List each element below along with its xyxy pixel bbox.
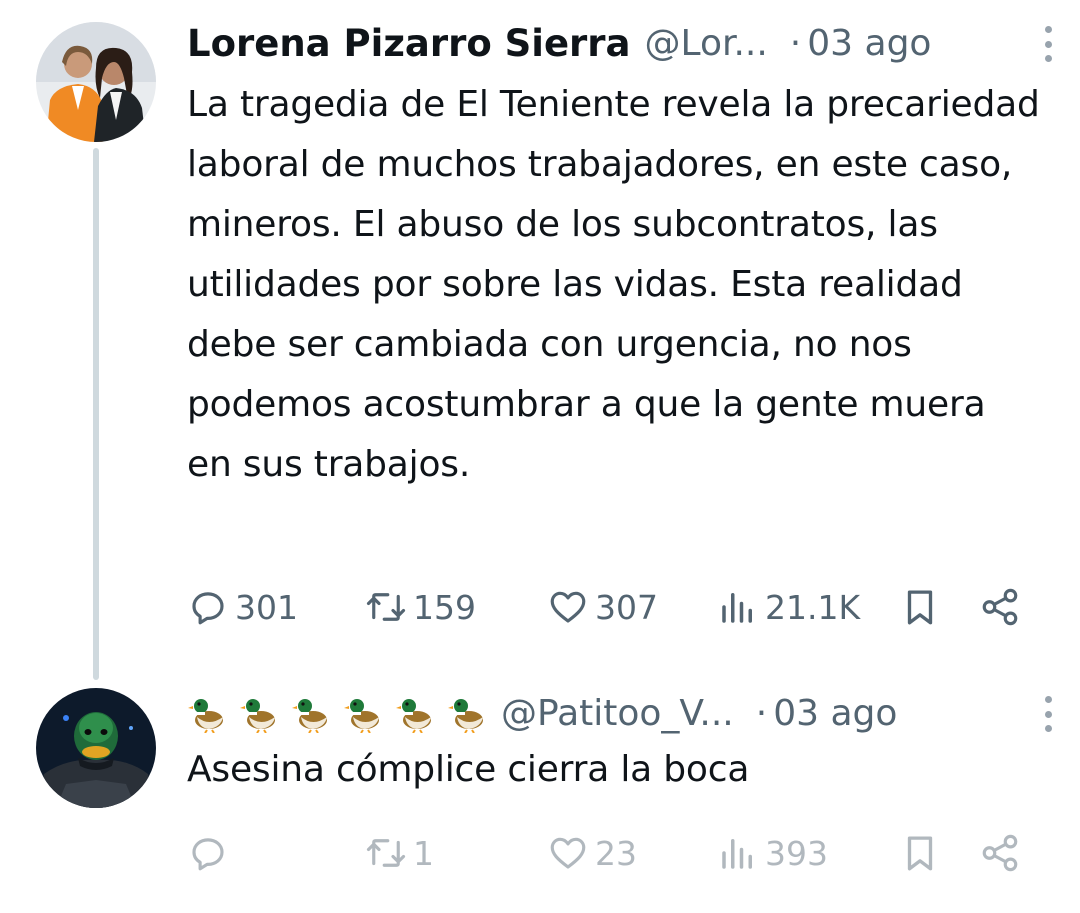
heart-icon [550,591,586,623]
duck-icon [396,699,431,733]
views-count: 393 [765,833,828,873]
reply-button[interactable] [187,828,235,878]
share-icon [982,834,1018,872]
heart-icon [550,837,586,869]
views-button[interactable]: 393 [717,828,828,878]
tweet-header: @Patitoo_V... · 03 ago [187,688,1058,738]
author-name[interactable]: Lorena Pizarro Sierra [187,22,631,65]
like-button[interactable]: 23 [547,828,637,878]
tweet-text: La tragedia de El Teniente revela la pre… [187,84,1040,485]
tweet-header: Lorena Pizarro Sierra @Lor... · 03 ago [187,18,1058,68]
duck-icon [188,699,223,733]
separator-dot: · [789,22,802,64]
bookmark-button[interactable] [899,828,947,878]
share-button[interactable] [979,582,1027,632]
share-icon [982,588,1018,626]
retweet-button[interactable]: 159 [365,582,476,632]
author-name-emoji[interactable] [187,693,487,733]
duck-icon [292,699,327,733]
duck-icon [448,699,483,733]
tweet-text: Asesina cómplice cierra la boca [187,749,750,790]
like-count: 307 [595,587,658,627]
tweet-date[interactable]: 03 ago [773,693,897,734]
author-handle[interactable]: @Patitoo_V... [501,693,734,734]
views-count: 21.1K [765,587,861,627]
separator-dot: · [755,692,768,734]
tweet-actions: 1 23 393 [187,828,1027,878]
tweet-date[interactable]: 03 ago [807,23,931,64]
avatar[interactable] [36,22,156,142]
views-icon [722,839,752,869]
reply-icon [192,838,224,871]
like-button[interactable]: 307 [547,582,658,632]
tweet[interactable]: @Patitoo_V... · 03 ago Asesina cómplice … [0,660,1080,910]
retweet-icon [366,839,406,867]
duck-icon [344,699,379,733]
avatar[interactable] [36,688,156,808]
reply-icon [192,592,224,625]
bookmark-button[interactable] [899,582,947,632]
views-icon [722,593,752,623]
author-handle[interactable]: @Lor... [645,23,768,64]
reply-count: 301 [235,587,298,627]
like-count: 23 [595,833,637,873]
more-vertical-icon[interactable] [1040,26,1056,62]
more-vertical-icon[interactable] [1040,696,1056,732]
retweet-button[interactable]: 1 [365,828,434,878]
retweet-icon [366,593,406,621]
reply-button[interactable]: 301 [187,582,298,632]
bookmark-icon [907,836,933,871]
tweet-actions: 301 159 307 21.1K [187,582,1027,632]
tweet[interactable]: Lorena Pizarro Sierra @Lor... · 03 ago L… [0,0,1080,660]
views-button[interactable]: 21.1K [717,582,860,632]
retweet-count: 1 [413,833,434,873]
duck-icon [240,699,275,733]
retweet-count: 159 [413,587,476,627]
bookmark-icon [907,590,933,625]
share-button[interactable] [979,828,1027,878]
